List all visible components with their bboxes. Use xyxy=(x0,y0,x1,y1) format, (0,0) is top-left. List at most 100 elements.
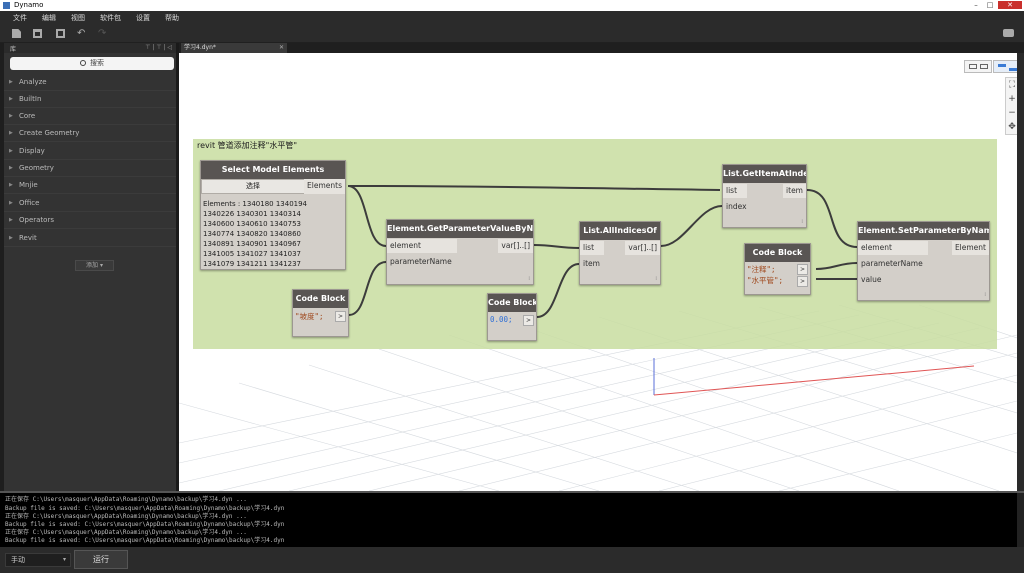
zoom-in-icon[interactable]: + xyxy=(1006,92,1017,106)
category-label: Mnjie xyxy=(19,181,38,189)
close-window-button[interactable]: ✕ xyxy=(998,1,1022,9)
code-block-text[interactable]: 0.00; xyxy=(490,315,513,324)
canvas-scrollbar[interactable] xyxy=(1017,53,1024,491)
graph-view-icon-secondary xyxy=(1009,68,1017,71)
node-code-block-2[interactable]: Code Block 0.00; > xyxy=(487,293,537,341)
pan-icon[interactable]: ✥ xyxy=(1006,120,1017,134)
code-string: "注释"; xyxy=(747,265,776,274)
output-port-1[interactable]: > xyxy=(797,264,808,275)
input-port-list[interactable]: list xyxy=(580,241,604,255)
output-port-element[interactable]: Element xyxy=(951,241,989,255)
output-port-var[interactable]: var[]..[] xyxy=(498,239,533,253)
group-title[interactable]: revit 管道添加注释"水平管" xyxy=(197,140,297,151)
node-code-block-1[interactable]: Code Block "坡度"; > xyxy=(292,289,349,337)
code-block-text[interactable]: "坡度"; xyxy=(295,311,324,322)
run-button[interactable]: 运行 xyxy=(74,550,128,569)
library-category-analyze[interactable]: ▶ Analyze xyxy=(4,74,176,91)
library-category-mnjie[interactable]: ▶ Mnjie xyxy=(4,177,176,194)
dynamo-app-icon xyxy=(3,2,10,9)
input-port-parametername[interactable]: parameterName xyxy=(387,255,452,269)
library-title: 库 xyxy=(10,46,17,53)
graph-view-toggle[interactable] xyxy=(993,60,1017,73)
library-category-geometry[interactable]: ▶ Geometry xyxy=(4,160,176,177)
maximize-button[interactable]: □ xyxy=(984,1,996,9)
input-port-list[interactable]: list xyxy=(723,184,747,198)
menu-edit[interactable]: 编辑 xyxy=(42,13,56,23)
category-label: Revit xyxy=(19,234,37,242)
menu-view[interactable]: 视图 xyxy=(71,13,85,23)
library-category-operators[interactable]: ▶ Operators xyxy=(4,212,176,229)
output-port-var[interactable]: var[]..[] xyxy=(625,241,660,255)
library-header-controls[interactable]: ⊤ | ⊤ | ◁ xyxy=(145,44,172,51)
output-port-item[interactable]: item xyxy=(783,184,806,198)
category-label: BuiltIn xyxy=(19,95,42,103)
expand-arrow-icon: ▶ xyxy=(9,113,13,119)
3d-view-toggle[interactable] xyxy=(964,60,992,73)
search-placeholder: 搜索 xyxy=(90,59,104,67)
redo-icon[interactable]: ↷ xyxy=(98,29,107,39)
input-port-element[interactable]: element xyxy=(387,239,457,253)
run-mode-value: 手动 xyxy=(11,556,25,564)
camera-icon[interactable] xyxy=(1003,29,1014,37)
workspace-tab-strip: 学习4.dyn* ✕ xyxy=(179,43,1024,53)
save-icon[interactable] xyxy=(56,29,65,38)
input-port-item[interactable]: item xyxy=(580,257,600,271)
input-port-element[interactable]: element xyxy=(858,241,928,255)
minimize-button[interactable]: – xyxy=(970,1,982,9)
node-list-all-indices-of[interactable]: List.AllIndicesOf list item var[]..[] ⁞ xyxy=(579,221,661,285)
console-line: Backup file is saved: C:\Users\masquer\A… xyxy=(5,537,285,544)
output-port-elements[interactable]: Elements xyxy=(304,179,345,194)
output-port[interactable]: > xyxy=(335,311,346,322)
node-footer-icon: ⁞ xyxy=(984,292,986,298)
node-list-get-item-at-index[interactable]: List.GetItemAtIndex list index item ⁞ xyxy=(722,164,807,228)
toolbar: ↶ ↷ xyxy=(0,25,1024,43)
add-library-button[interactable]: 添加 ▾ xyxy=(75,260,114,271)
library-category-create-geometry[interactable]: ▶ Create Geometry xyxy=(4,125,176,142)
elements-preview-line: 1341005 1341027 1341037 xyxy=(203,250,301,258)
window-title-bar: Dynamo – □ ✕ xyxy=(0,0,1024,11)
output-port[interactable]: > xyxy=(523,315,534,326)
node-code-block-3[interactable]: Code Block "注释"; "水平管"; > > xyxy=(744,243,811,295)
elements-preview-line: 1340226 1340301 1340314 xyxy=(203,210,301,218)
close-tab-icon[interactable]: ✕ xyxy=(279,43,284,53)
node-footer-icon: ⁞ xyxy=(801,219,803,225)
menu-settings[interactable]: 设置 xyxy=(136,13,150,23)
graph-canvas[interactable]: ⛶ + − ✥ revit 管道添加注释"水平管" Select Model E… xyxy=(179,53,1017,491)
code-block-line-1[interactable]: "注释"; xyxy=(747,264,776,275)
library-panel: 库 ⊤ | ⊤ | ◁ 搜索 ▶ Analyze ▶ BuiltIn ▶ Core ▶… xyxy=(4,43,176,491)
new-file-icon[interactable] xyxy=(12,29,21,38)
node-title: Element.SetParameterByName xyxy=(858,222,989,240)
code-block-line-2[interactable]: "水平管"; xyxy=(747,275,783,286)
category-label: Analyze xyxy=(19,78,47,86)
tab-workspace[interactable]: 学习4.dyn* ✕ xyxy=(181,43,287,53)
search-icon xyxy=(80,60,86,66)
input-port-value[interactable]: value xyxy=(858,273,882,287)
window-title: Dynamo xyxy=(14,1,44,9)
library-category-core[interactable]: ▶ Core xyxy=(4,108,176,125)
output-port-2[interactable]: > xyxy=(797,276,808,287)
menu-help[interactable]: 帮助 xyxy=(165,13,179,23)
select-button[interactable]: 选择 xyxy=(201,179,305,194)
library-search-input[interactable]: 搜索 xyxy=(10,57,174,70)
expand-arrow-icon: ▶ xyxy=(9,165,13,171)
library-category-office[interactable]: ▶ Office xyxy=(4,195,176,212)
menu-packages[interactable]: 软件包 xyxy=(100,13,121,23)
tab-label: 学习4.dyn* xyxy=(184,44,216,51)
node-select-model-elements[interactable]: Select Model Elements 选择 Elements Elemen… xyxy=(200,160,346,270)
node-element-set-parameter-by-name[interactable]: Element.SetParameterByName element param… xyxy=(857,221,990,301)
run-mode-dropdown[interactable]: 手动 ▾ xyxy=(5,553,71,567)
menu-file[interactable]: 文件 xyxy=(13,13,27,23)
library-category-builtin[interactable]: ▶ BuiltIn xyxy=(4,91,176,108)
console-scrollbar[interactable] xyxy=(1017,493,1024,547)
open-file-icon[interactable] xyxy=(33,29,42,38)
zoom-fit-icon[interactable]: ⛶ xyxy=(1006,78,1017,92)
expand-arrow-icon: ▶ xyxy=(9,79,13,85)
undo-icon[interactable]: ↶ xyxy=(77,29,86,39)
input-port-index[interactable]: index xyxy=(723,200,747,214)
category-label: Office xyxy=(19,199,40,207)
input-port-parametername[interactable]: parameterName xyxy=(858,257,923,271)
library-category-display[interactable]: ▶ Display xyxy=(4,143,176,160)
node-get-parameter-value-by-name[interactable]: Element.GetParameterValueByName element … xyxy=(386,219,534,285)
zoom-out-icon[interactable]: − xyxy=(1006,106,1017,120)
library-category-revit[interactable]: ▶ Revit xyxy=(4,230,176,247)
